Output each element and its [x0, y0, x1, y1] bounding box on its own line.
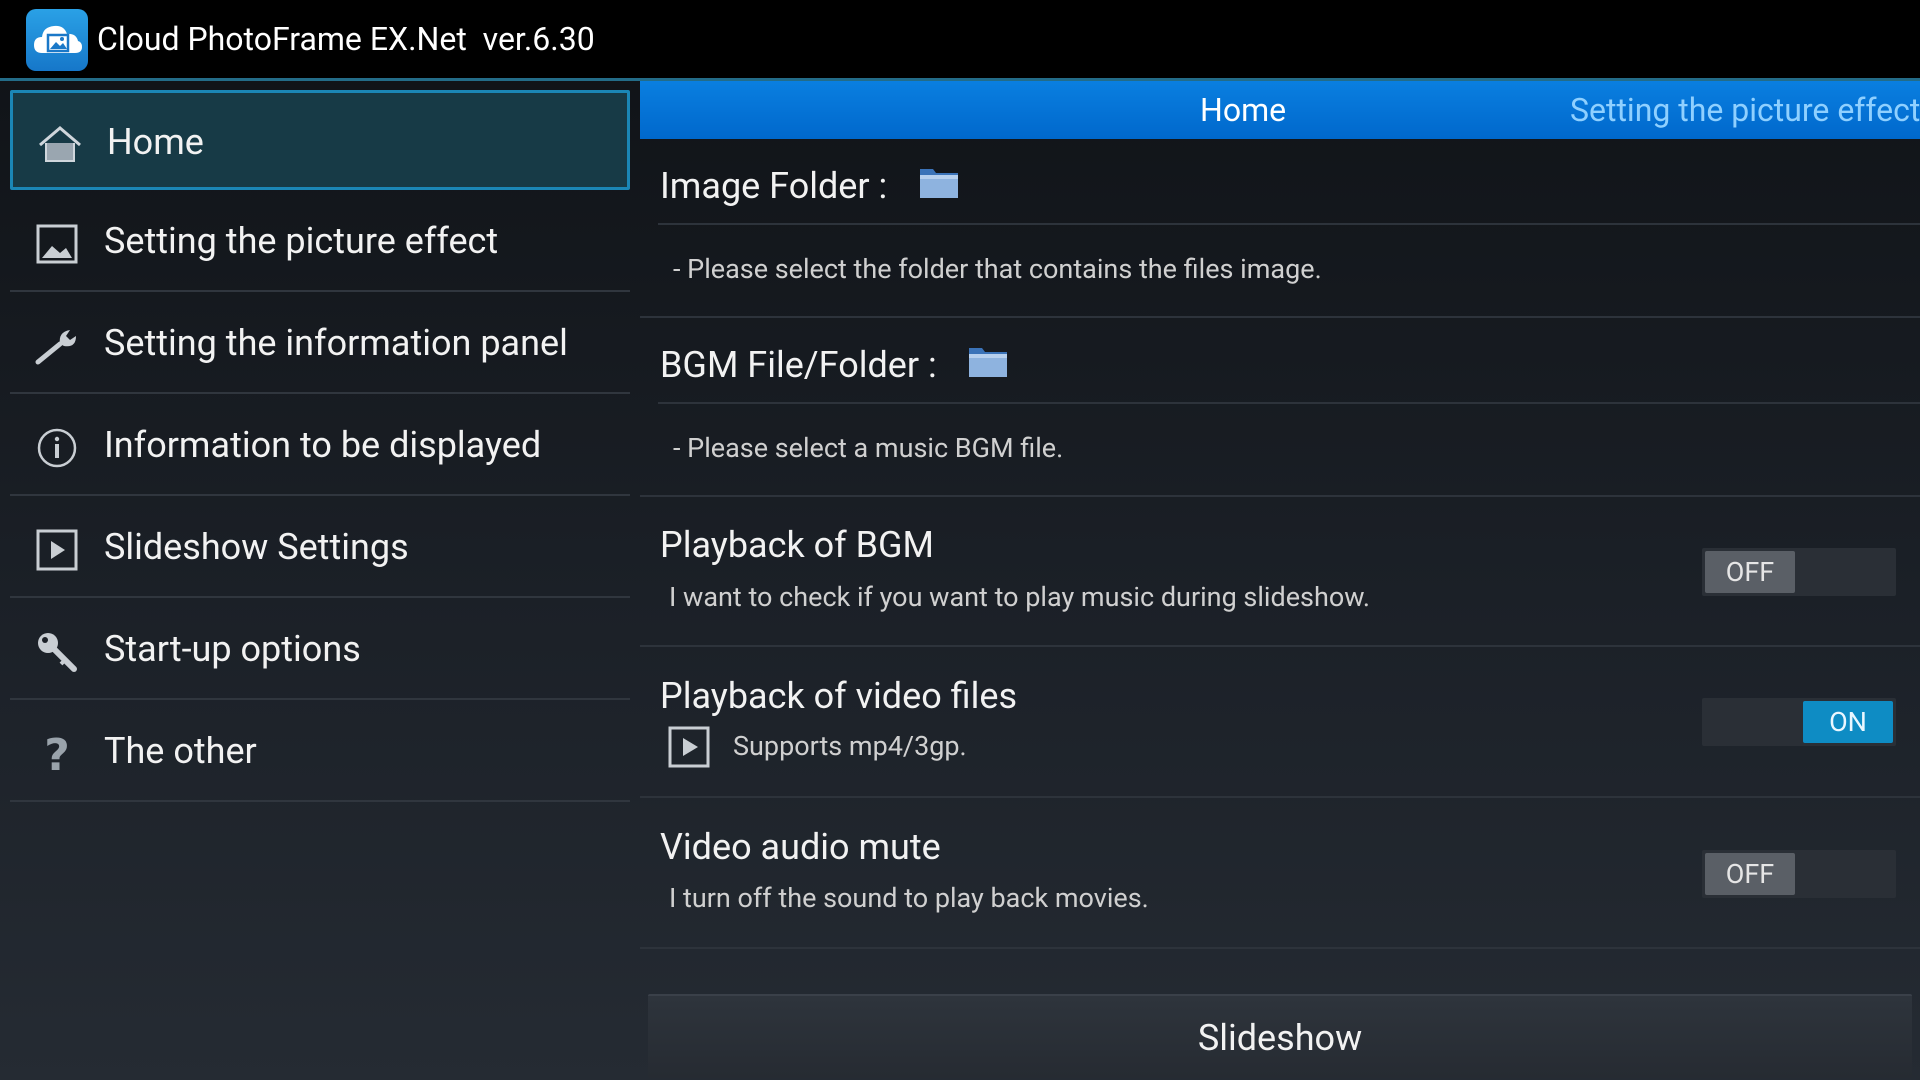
- play-icon: [34, 528, 80, 572]
- slideshow-button-label: Slideshow: [1197, 1017, 1363, 1059]
- tab-bar: Home Setting the picture effect: [640, 81, 1920, 139]
- divider: [658, 223, 1920, 225]
- divider: [640, 796, 1920, 798]
- sidebar: Home Setting the picture effect Setting …: [0, 81, 640, 1080]
- toggle-knob: OFF: [1705, 853, 1795, 895]
- divider: [640, 316, 1920, 318]
- sidebar-item-startup-options[interactable]: Start-up options: [10, 600, 630, 700]
- sidebar-item-label: Home: [107, 121, 204, 163]
- key-icon: [34, 630, 80, 674]
- info-icon: [34, 426, 80, 470]
- bgm-file-folder-label: BGM File/Folder :: [660, 344, 937, 386]
- bgm-description[interactable]: - Please select a music BGM file.: [673, 430, 1063, 466]
- picture-icon: [34, 222, 80, 266]
- app-window: Cloud PhotoFrame EX.Net ver.6.30 Home Se…: [0, 0, 1920, 1080]
- sidebar-item-home[interactable]: Home: [10, 90, 630, 190]
- playback-video-description: Supports mp4/3gp.: [733, 730, 967, 762]
- sidebar-item-information-displayed[interactable]: Information to be displayed: [10, 396, 630, 496]
- image-folder-label: Image Folder :: [660, 165, 888, 207]
- sidebar-item-information-panel[interactable]: Setting the information panel: [10, 294, 630, 394]
- divider: [640, 645, 1920, 647]
- playback-bgm-title: Playback of BGM: [660, 524, 934, 566]
- divider: [640, 947, 1920, 949]
- video-mute-toggle[interactable]: OFF: [1702, 850, 1896, 898]
- sidebar-item-slideshow-settings[interactable]: Slideshow Settings: [10, 498, 630, 598]
- playback-video-toggle[interactable]: ON: [1702, 698, 1896, 746]
- sidebar-item-the-other[interactable]: ? The other: [10, 702, 630, 802]
- home-icon: [37, 123, 83, 167]
- sidebar-item-picture-effect[interactable]: Setting the picture effect: [10, 192, 630, 292]
- sidebar-item-label: Setting the picture effect: [104, 220, 499, 262]
- divider: [658, 402, 1920, 404]
- wrench-icon: [34, 324, 80, 368]
- sidebar-item-label: Start-up options: [104, 628, 361, 670]
- video-mute-title: Video audio mute: [660, 826, 941, 868]
- slideshow-button[interactable]: Slideshow: [648, 994, 1912, 1078]
- sidebar-item-label: Information to be displayed: [104, 424, 542, 466]
- sidebar-item-label: Setting the information panel: [104, 322, 568, 364]
- playback-bgm-description: I want to check if you want to play musi…: [669, 581, 1371, 613]
- tab-picture-effect[interactable]: Setting the picture effect: [1570, 90, 1920, 130]
- sidebar-item-label: The other: [104, 730, 257, 772]
- video-play-icon: [668, 726, 710, 768]
- toggle-knob: ON: [1803, 701, 1893, 743]
- video-mute-description: I turn off the sound to play back movies…: [669, 882, 1149, 914]
- image-folder-description[interactable]: - Please select the folder that contains…: [673, 251, 1322, 287]
- app-title: Cloud PhotoFrame EX.Net ver.6.30: [97, 20, 595, 58]
- cloud-photo-icon: [26, 9, 88, 71]
- folder-icon[interactable]: [968, 344, 1008, 378]
- folder-icon[interactable]: [919, 165, 959, 199]
- question-icon: ?: [34, 730, 80, 781]
- divider: [640, 495, 1920, 497]
- playback-video-title: Playback of video files: [660, 675, 1018, 717]
- toggle-knob: OFF: [1705, 551, 1795, 593]
- tab-home[interactable]: Home: [1200, 90, 1286, 130]
- playback-bgm-toggle[interactable]: OFF: [1702, 548, 1896, 596]
- svg-text:?: ?: [44, 732, 70, 776]
- action-bar: Cloud PhotoFrame EX.Net ver.6.30: [0, 0, 1920, 78]
- sidebar-item-label: Slideshow Settings: [104, 526, 409, 568]
- main-panel: Home Setting the picture effect Image Fo…: [640, 81, 1920, 1080]
